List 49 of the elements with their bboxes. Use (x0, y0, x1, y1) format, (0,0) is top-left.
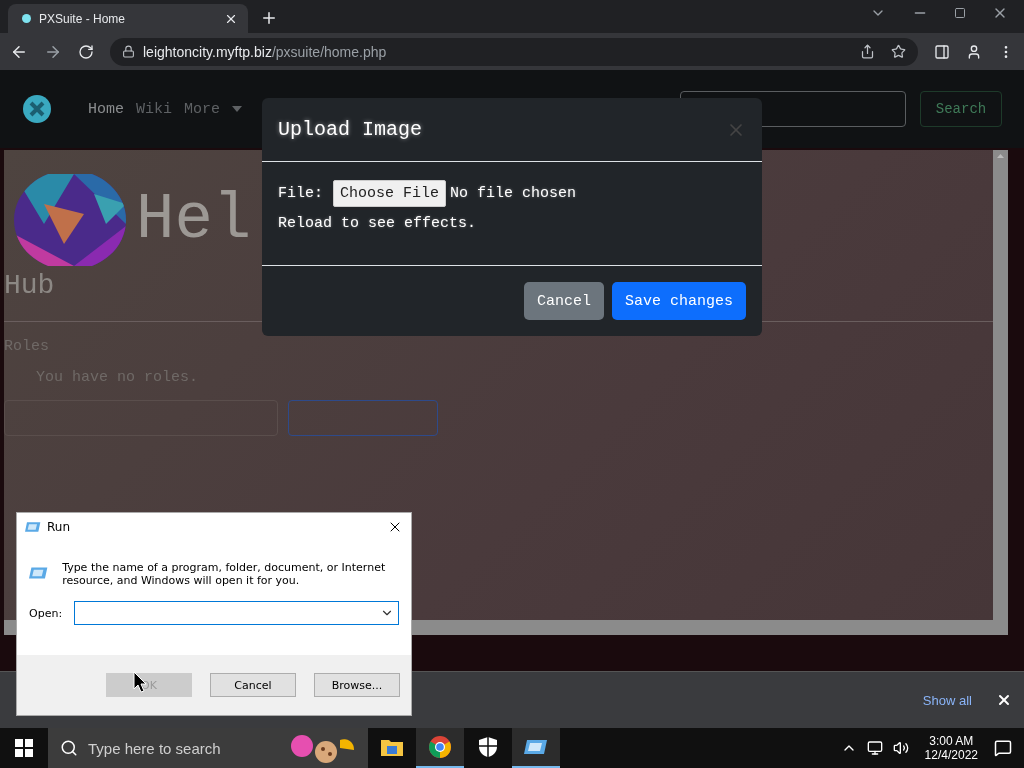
save-button[interactable]: Save changes (611, 282, 746, 320)
side-panel-icon[interactable] (934, 43, 950, 60)
network-icon[interactable] (866, 740, 883, 756)
shield-icon (479, 737, 497, 757)
site-logo-icon[interactable] (22, 94, 52, 124)
search-button[interactable]: Search (920, 91, 1002, 127)
dialog-title: Run (47, 520, 70, 534)
dialog-title: Upload Image (278, 118, 423, 141)
lock-icon (122, 45, 135, 58)
dialog-button[interactable]: Browse... (314, 673, 400, 697)
notification-icon[interactable] (994, 739, 1012, 757)
star-icon[interactable] (891, 44, 906, 59)
folder-icon (381, 738, 403, 756)
new-tab-icon[interactable] (260, 9, 278, 27)
show-all-link[interactable]: Show all (922, 692, 972, 708)
open-label: Open: (29, 606, 63, 620)
caret-icon[interactable] (232, 106, 243, 112)
profile-icon[interactable] (966, 43, 982, 60)
nav-link[interactable]: Home (88, 100, 124, 118)
browser-tab[interactable]: PXSuite - Home (8, 4, 248, 33)
url-host: leightoncity.myftp.biz (143, 43, 272, 60)
close-icon[interactable] (996, 692, 1012, 708)
reload-icon[interactable] (78, 43, 94, 60)
cancel-button[interactable]: Cancel (523, 282, 604, 320)
search-icon (60, 739, 78, 757)
taskbar-search-field[interactable]: Type here to search (48, 728, 368, 768)
dialog-button[interactable]: Cancel (210, 673, 296, 697)
clock[interactable]: 3:00 AM 12/4/2022 (924, 734, 978, 762)
chrome-icon (429, 736, 451, 758)
choose-file-button[interactable]: Choose File (333, 180, 447, 207)
nav-link[interactable]: More (184, 100, 221, 118)
taskbar-app[interactable] (416, 728, 464, 768)
taskbar-app[interactable] (512, 728, 560, 768)
volume-icon[interactable] (892, 740, 909, 756)
site-favicon (22, 14, 31, 23)
run-icon (524, 738, 548, 756)
url-path: /pxsuite/home.php (271, 43, 387, 60)
share-icon[interactable] (860, 44, 875, 59)
scrollbar[interactable] (993, 150, 1008, 620)
page-heading: Hub (4, 270, 55, 301)
open-field[interactable] (74, 601, 399, 625)
run-icon (25, 521, 41, 533)
page-heading: Hel (136, 184, 252, 256)
file-status: No file chosen (450, 185, 577, 202)
nav-link[interactable]: Wiki (136, 100, 173, 118)
file-label: File: (278, 185, 323, 202)
address-bar[interactable]: leightoncity.myftp.biz/pxsuite/home.php (110, 37, 918, 66)
dialog-message: Type the name of a program, folder, document, or Internet resource, and Windows will open it for you. (62, 561, 387, 587)
note-text: Reload to see effects. (278, 215, 478, 232)
